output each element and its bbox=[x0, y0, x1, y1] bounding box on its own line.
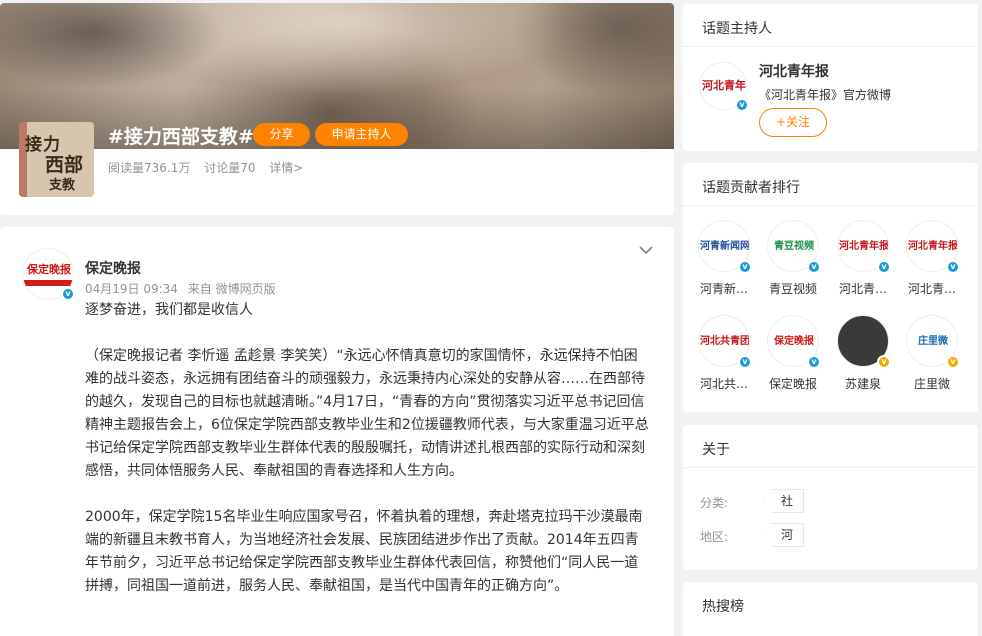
contributor-name[interactable]: 青豆视频 bbox=[760, 280, 826, 297]
contributor-name[interactable]: 河青新… bbox=[691, 280, 757, 297]
post-body: 逐梦奋进，我们都是收信人 （保定晚报记者 李忻遥 孟趁景 李笑笑）“永远心怀情真… bbox=[85, 299, 650, 621]
contributor-avatar[interactable]: v bbox=[837, 315, 891, 369]
topic-host-panel: 话题主持人 河北青年报 v 河北青年报 《河北青年报》官方微博 +关注 bbox=[683, 4, 978, 151]
region-label: 地区: bbox=[700, 530, 729, 544]
post-paragraph: （保定晚报记者 李忻遥 孟趁景 李笑笑）“永远心怀情真意切的家国情怀，永远保持不… bbox=[85, 348, 649, 479]
contributor-name[interactable]: 保定晚报 bbox=[760, 375, 826, 392]
chevron-down-icon[interactable] bbox=[638, 244, 654, 256]
topic-title: #接力西部支教# bbox=[108, 126, 254, 148]
panel-title: 话题贡献者排行 bbox=[702, 180, 800, 196]
contributor-item[interactable]: 青豆视频 v 青豆视频 bbox=[760, 220, 826, 297]
category-label: 分类: bbox=[700, 496, 729, 510]
panel-title: 热搜榜 bbox=[702, 599, 744, 615]
verified-badge-icon: v bbox=[877, 355, 891, 369]
author-name[interactable]: 保定晚报 bbox=[85, 258, 141, 278]
about-panel: 关于 分类: 社会 地区: 河北 bbox=[683, 425, 978, 570]
topic-logo: 接力 西部 支教 bbox=[19, 122, 94, 197]
host-description: 《河北青年报》官方微博 bbox=[759, 88, 892, 102]
contributor-avatar[interactable]: 河北青年报 v bbox=[837, 220, 891, 274]
post-paragraph: 2000年，保定学院15名毕业生响应国家号召，怀着执着的理想，奔赴塔克拉玛干沙漠… bbox=[85, 509, 643, 594]
verified-badge-icon: v bbox=[807, 260, 821, 274]
divider bbox=[683, 205, 978, 206]
contributor-item[interactable]: 保定晚报 v 保定晚报 bbox=[760, 315, 826, 392]
read-count: 阅读量736.1万 bbox=[108, 161, 191, 175]
verified-badge-icon: v bbox=[738, 355, 752, 369]
contributor-item[interactable]: 河青新闻网 v 河青新… bbox=[691, 220, 757, 297]
contributor-avatar[interactable]: 河青新闻网 v bbox=[698, 220, 752, 274]
contributor-name[interactable]: 庄里微 bbox=[899, 375, 965, 392]
apply-host-button[interactable]: 申请主持人 bbox=[315, 123, 408, 146]
category-row: 分类: 社会 bbox=[700, 489, 805, 513]
topic-stats: 阅读量736.1万 讨论量70 详情> bbox=[108, 159, 313, 176]
contributor-item[interactable]: v 苏建泉 bbox=[830, 315, 896, 392]
avatar-logo-text: 青豆视频 bbox=[774, 241, 814, 252]
contributor-item[interactable]: 庄里微 v 庄里微 bbox=[899, 315, 965, 392]
verified-badge-icon: v bbox=[735, 98, 749, 112]
hot-search-panel: 热搜榜 bbox=[683, 582, 978, 636]
contributor-avatar[interactable]: 河北青年报 v bbox=[906, 220, 960, 274]
contributor-name[interactable]: 苏建泉 bbox=[830, 375, 896, 392]
contributor-name[interactable]: 河北共… bbox=[691, 375, 757, 392]
avatar-logo-text: 保定晚报 bbox=[774, 336, 814, 347]
verified-badge-icon: v bbox=[946, 355, 960, 369]
contributor-avatar[interactable]: 青豆视频 v bbox=[767, 220, 821, 274]
verified-badge-icon: v bbox=[946, 260, 960, 274]
contributor-item[interactable]: 河北青年报 v 河北青… bbox=[899, 220, 965, 297]
post-source: 来自 微博网页版 bbox=[187, 282, 276, 296]
avatar-logo-text: 河北共青团 bbox=[700, 336, 750, 347]
follow-button[interactable]: +关注 bbox=[759, 108, 827, 137]
avatar-logo-text: 河北青年报 bbox=[839, 241, 889, 252]
divider bbox=[683, 467, 978, 468]
host-name[interactable]: 河北青年报 bbox=[759, 61, 829, 81]
author-avatar[interactable]: 保定晚报 v bbox=[22, 248, 75, 301]
contributor-avatar[interactable]: 河北共青团 v bbox=[698, 315, 752, 369]
share-button[interactable]: 分享 bbox=[253, 123, 310, 146]
region-tag[interactable]: 河北 bbox=[764, 523, 805, 547]
avatar-logo-text: 保定晚报 bbox=[27, 263, 71, 276]
verified-badge-icon: v bbox=[61, 287, 75, 301]
post-card: 保定晚报 v 保定晚报 04月19日 09:34 来自 微博网页版 逐梦奋进，我… bbox=[0, 227, 674, 636]
post-paragraph: 逐梦奋进，我们都是收信人 bbox=[85, 302, 253, 318]
host-avatar[interactable]: 河北青年报 v bbox=[699, 62, 749, 112]
topic-logo-text: 支教 bbox=[49, 178, 76, 193]
region-row: 地区: 河北 bbox=[700, 523, 805, 547]
contributor-item[interactable]: 河北青年报 v 河北青… bbox=[830, 220, 896, 297]
verified-badge-icon: v bbox=[807, 355, 821, 369]
contributor-ranking-panel: 话题贡献者排行 河青新闻网 v 河青新… 青豆视频 v 青豆视频 河北青年报 v 河北青… 河北青… bbox=[683, 163, 978, 412]
divider bbox=[683, 46, 978, 47]
avatar-logo-text: 河青新闻网 bbox=[700, 241, 750, 252]
contributor-name[interactable]: 河北青… bbox=[830, 280, 896, 297]
avatar-logo-text: 河北青年报 bbox=[908, 241, 958, 252]
category-tag[interactable]: 社会 bbox=[764, 489, 805, 513]
post-date[interactable]: 04月19日 09:34 bbox=[85, 282, 178, 296]
contributor-name[interactable]: 河北青… bbox=[899, 280, 965, 297]
verified-badge-icon: v bbox=[877, 260, 891, 274]
verified-badge-icon: v bbox=[738, 260, 752, 274]
discussion-count: 讨论量70 bbox=[204, 161, 256, 175]
avatar-logo-text: 河北青年报 bbox=[702, 79, 746, 92]
details-link[interactable]: 详情> bbox=[269, 161, 303, 175]
panel-title: 话题主持人 bbox=[702, 21, 772, 37]
contributor-avatar[interactable]: 保定晚报 v bbox=[767, 315, 821, 369]
topic-logo-text: 西部 bbox=[45, 154, 84, 176]
topic-header-card: 接力 西部 支教 #接力西部支教# 分享 申请主持人 阅读量736.1万 讨论量… bbox=[0, 3, 674, 215]
contributor-avatar[interactable]: 庄里微 v bbox=[906, 315, 960, 369]
panel-title: 关于 bbox=[702, 442, 730, 458]
avatar-logo-text: 庄里微 bbox=[918, 336, 948, 347]
contributor-item[interactable]: 河北共青团 v 河北共… bbox=[691, 315, 757, 392]
post-meta: 04月19日 09:34 来自 微博网页版 bbox=[85, 280, 282, 297]
